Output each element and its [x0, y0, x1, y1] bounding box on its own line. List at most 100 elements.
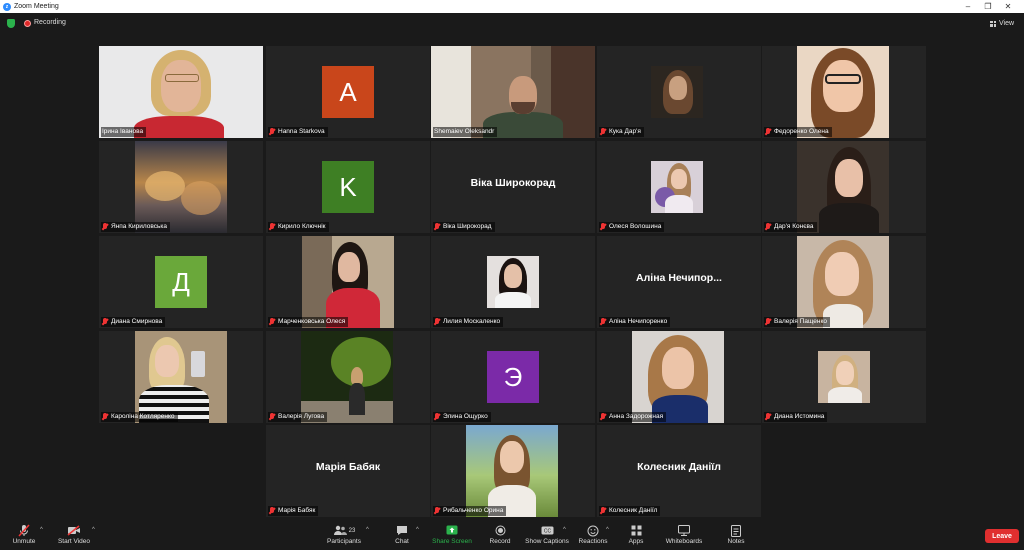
minimize-icon[interactable]: – [958, 0, 978, 13]
participant-tile[interactable]: A Hanna Starkova [266, 46, 430, 138]
leave-button[interactable]: Leave [985, 529, 1019, 543]
participant-tile[interactable]: Анна Задорожная [597, 331, 761, 423]
participant-tile[interactable]: Федоренко Олена [762, 46, 926, 138]
participant-tile[interactable]: Олеся Волошина [597, 141, 761, 233]
participant-tile[interactable]: Кароліна Котляренко [99, 331, 263, 423]
participant-tile[interactable]: Shemaiev Oleksandr [431, 46, 595, 138]
view-button[interactable]: View [990, 17, 1020, 30]
mic-muted-icon [269, 507, 275, 515]
participants-label: Participants [327, 538, 361, 545]
participant-tile[interactable]: Э Элина Ощурко [431, 331, 595, 423]
participant-tile[interactable]: Диана Истомина [762, 331, 926, 423]
whiteboards-button[interactable]: Whiteboards [664, 523, 704, 549]
participant-name-tag: Дар'я Конєва [764, 222, 817, 232]
chat-options-caret-icon[interactable]: ^ [416, 527, 419, 533]
participant-name: Рибальченко Орина [443, 507, 504, 514]
record-button[interactable]: Record [488, 523, 512, 549]
mic-muted-icon [600, 128, 606, 136]
zoom-logo-icon: z [3, 2, 11, 11]
participant-tile[interactable]: K Кирило Ключнік [266, 141, 430, 233]
participant-tile[interactable]: Аліна Нечипор... Аліна Нечипоренко [597, 236, 761, 328]
participant-display-name: Аліна Нечипор... [636, 272, 722, 284]
participant-name: Диана Истомина [774, 413, 825, 420]
mic-muted-icon [102, 413, 108, 421]
mic-muted-icon [269, 223, 275, 231]
share-screen-label: Share Screen [432, 538, 472, 545]
participant-tile[interactable]: Лилия Москаленко [431, 236, 595, 328]
participant-tile[interactable]: Ірина Іванова [99, 46, 263, 138]
mic-muted-icon [269, 128, 275, 136]
participant-tile[interactable]: Дар'я Конєва [762, 141, 926, 233]
meeting-toolbar [0, 521, 1024, 550]
participant-tile[interactable]: Колесник Даніїл Колесник Даніїл [597, 425, 761, 517]
recording-icon [24, 20, 31, 27]
mic-muted-icon [434, 318, 440, 326]
participant-video [487, 256, 539, 308]
participant-name-tag: Кирило Ключнік [268, 222, 329, 232]
close-icon[interactable]: ✕ [998, 0, 1018, 13]
participant-name: Анна Задорожная [609, 413, 664, 420]
participants-options-caret-icon[interactable]: ^ [366, 527, 369, 533]
participant-name-tag: Hanna Starkova [268, 127, 328, 137]
whiteboards-label: Whiteboards [665, 538, 703, 545]
participant-tile[interactable]: Марія Бабяк Марія Бабяк [266, 425, 430, 517]
record-label: Record [489, 538, 511, 545]
participant-name: Федоренко Олена [774, 128, 829, 135]
mic-muted-icon [434, 413, 440, 421]
audio-options-caret-icon[interactable]: ^ [40, 527, 43, 533]
participant-name: Аліна Нечипоренко [609, 318, 668, 325]
chat-icon [396, 523, 408, 538]
apps-button[interactable]: Apps [626, 523, 646, 549]
mic-muted-icon [765, 413, 771, 421]
window-titlebar: z Zoom Meeting – ❐ ✕ [0, 0, 1024, 13]
share-screen-button[interactable]: Share Screen [432, 523, 472, 549]
participants-button[interactable]: 23 Participants [326, 523, 362, 549]
participant-name-tag: Shemaiev Oleksandr [433, 127, 498, 137]
participant-name-tag: Віка Широкорад [433, 222, 495, 232]
participant-name: Марченковська Олеся [278, 318, 346, 325]
participant-tile[interactable]: Валерія Лугова [266, 331, 430, 423]
reactions-label: Reactions [578, 538, 608, 545]
participant-avatar: A [322, 66, 374, 118]
participant-name: Лилия Москаленко [443, 318, 501, 325]
participant-name: Hanna Starkova [278, 128, 325, 135]
captions-options-caret-icon[interactable]: ^ [563, 527, 566, 533]
participant-tile[interactable]: Віка Широкорад Віка Широкорад [431, 141, 595, 233]
participant-tile[interactable]: Янпа Кириловська [99, 141, 263, 233]
reactions-options-caret-icon[interactable]: ^ [606, 527, 609, 533]
participant-tile[interactable]: Валерія Пащенко [762, 236, 926, 328]
participant-tile[interactable]: Кука Дар'я [597, 46, 761, 138]
mic-muted-icon [600, 507, 606, 515]
participant-video [632, 331, 724, 423]
participant-name: Віка Широкорад [443, 223, 492, 230]
mic-muted-icon [765, 318, 771, 326]
participant-name: Валерія Пащенко [774, 318, 828, 325]
participant-name: Ірина Іванова [102, 128, 144, 135]
video-off-icon [67, 523, 81, 538]
participant-name: Кука Дар'я [609, 128, 641, 135]
participant-name-tag: Ірина Іванова [101, 127, 147, 137]
participant-name: Элина Ощурко [443, 413, 488, 420]
participant-tile[interactable]: Рибальченко Орина [431, 425, 595, 517]
participant-tile[interactable]: Д Диана Смирнова [99, 236, 263, 328]
video-options-caret-icon[interactable]: ^ [92, 527, 95, 533]
reactions-button[interactable]: Reactions [578, 523, 608, 549]
unmute-button[interactable]: Unmute [10, 523, 38, 549]
participant-name-tag: Элина Ощурко [433, 412, 491, 422]
apps-label: Apps [628, 538, 644, 545]
participant-name: Диана Смирнова [111, 318, 163, 325]
participant-name: Дар'я Конєва [774, 223, 814, 230]
restore-icon[interactable]: ❐ [978, 0, 998, 13]
chat-button[interactable]: Chat [392, 523, 412, 549]
participant-tile[interactable]: Марченковська Олеся [266, 236, 430, 328]
mic-muted-icon [269, 318, 275, 326]
start-video-button[interactable]: Start Video [56, 523, 92, 549]
participant-name-tag: Валерія Пащенко [764, 317, 831, 327]
show-captions-label: Show Captions [525, 538, 569, 545]
participant-name-tag: Федоренко Олена [764, 127, 832, 137]
captions-icon: CC [541, 523, 554, 538]
notes-button[interactable]: Notes [725, 523, 747, 549]
security-shield-icon[interactable] [7, 19, 15, 28]
participant-name-tag: Диана Истомина [764, 412, 828, 422]
mic-muted-icon [269, 413, 275, 421]
